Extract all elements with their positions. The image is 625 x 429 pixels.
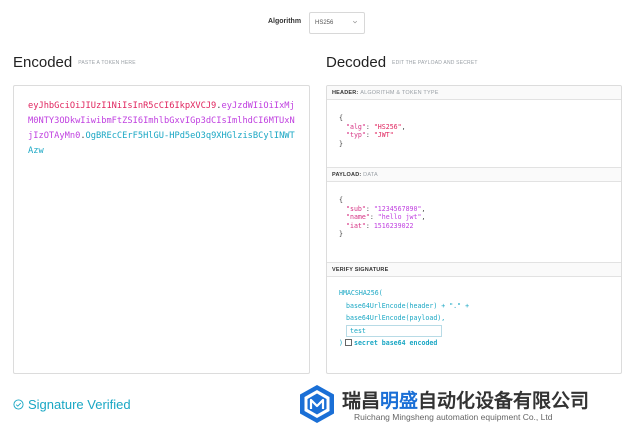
base64-checkbox[interactable] <box>344 339 352 346</box>
verify-fn: HMACSHA256( <box>339 289 383 297</box>
verify-close-line: ) secret base64 encoded <box>339 337 621 350</box>
json-value: "1234567890" <box>373 204 422 213</box>
header-panel-title: HEADER: ALGORITHM & TOKEN TYPE <box>327 86 621 100</box>
json-key: "sub" <box>346 204 366 213</box>
verify-line-payload: base64UrlEncode(payload), <box>346 314 446 322</box>
algorithm-bar: Algorithm HS256 <box>0 12 625 34</box>
decoded-subtitle: EDIT THE PAYLOAD AND SECRET <box>392 60 478 67</box>
verify-panel-label: VERIFY SIGNATURE <box>332 267 389 273</box>
encoded-title-text: Encoded <box>13 54 73 71</box>
verify-signature-body: HMACSHA256( base64UrlEncode(header) + ".… <box>327 277 621 373</box>
header-panel-label: HEADER: <box>332 90 359 96</box>
algorithm-selected-value: HS256 <box>315 20 334 26</box>
company-name-cn: 瑞昌明盛自动化设备有限公司 <box>342 386 589 413</box>
decoded-panels: HEADER: ALGORITHM & TOKEN TYPE { "alg": … <box>326 85 622 374</box>
company-watermark: 瑞昌明盛自动化设备有限公司 Ruichang Mingsheng automat… <box>296 381 625 427</box>
payload-panel-title: PAYLOAD: DATA <box>327 168 621 182</box>
encoded-token-editor[interactable]: eyJhbGciOiJIUzI1NiIsInR5cCI6IkpXVCJ9.eyJ… <box>13 85 310 374</box>
json-open-brace: { <box>339 196 343 204</box>
base64-checkbox-label: secret base64 encoded <box>353 339 438 347</box>
chevron-down-icon <box>352 20 358 24</box>
json-value: "HS256" <box>373 122 402 131</box>
company-logo-icon <box>300 385 334 423</box>
company-name-part: 瑞昌 <box>342 390 381 412</box>
payload-panel-desc: DATA <box>363 172 378 178</box>
signature-status: Signature Verified <box>13 397 131 412</box>
json-key: "alg" <box>346 122 366 131</box>
json-line-typ: "typ": "JWT" <box>346 131 394 139</box>
company-name-en: Ruichang Mingsheng automation equipment … <box>354 412 553 422</box>
decoded-title: Decoded EDIT THE PAYLOAD AND SECRET <box>326 54 478 71</box>
verify-close-paren: ) <box>339 339 343 347</box>
payload-panel-label: PAYLOAD: <box>332 172 362 178</box>
json-line-name: "name": "hello jwt", <box>346 213 426 221</box>
decoded-title-text: Decoded <box>326 54 387 71</box>
verify-line-header: base64UrlEncode(header) + "." + <box>346 301 470 310</box>
json-value: 1516239022 <box>373 221 414 230</box>
signature-status-text: Signature Verified <box>28 397 131 412</box>
encoded-subtitle: PASTE A TOKEN HERE <box>78 60 136 67</box>
algorithm-select[interactable]: HS256 <box>309 12 365 34</box>
token-header-part: eyJhbGciOiJIUzI1NiIsInR5cCI6IkpXVCJ9 <box>28 101 217 111</box>
json-key: "name" <box>346 213 370 221</box>
json-close-brace: } <box>339 230 343 238</box>
json-open-brace: { <box>339 114 343 122</box>
verify-panel-title: VERIFY SIGNATURE <box>327 263 621 277</box>
header-panel-desc: ALGORITHM & TOKEN TYPE <box>360 90 439 96</box>
header-json-editor[interactable]: { "alg": "HS256", "typ": "JWT" } <box>327 100 621 168</box>
json-value: "hello jwt" <box>377 213 422 221</box>
json-line-sub: "sub": "1234567890", <box>346 204 426 213</box>
company-name-part: 自动化设备有限公司 <box>418 390 590 412</box>
company-name-highlight: 明盛 <box>380 390 419 412</box>
json-key: "iat" <box>346 221 366 230</box>
json-line-alg: "alg": "HS256", <box>346 122 406 131</box>
json-key: "typ" <box>346 131 366 139</box>
payload-json-editor[interactable]: { "sub": "1234567890", "name": "hello jw… <box>327 182 621 263</box>
check-circle-icon <box>13 399 24 410</box>
secret-input[interactable]: test <box>346 324 442 337</box>
json-line-iat: "iat": 1516239022 <box>346 221 414 230</box>
algorithm-label: Algorithm <box>268 18 302 25</box>
json-value: "JWT" <box>373 131 394 139</box>
encoded-title: Encoded PASTE A TOKEN HERE <box>13 54 136 71</box>
json-close-brace: } <box>339 139 343 148</box>
